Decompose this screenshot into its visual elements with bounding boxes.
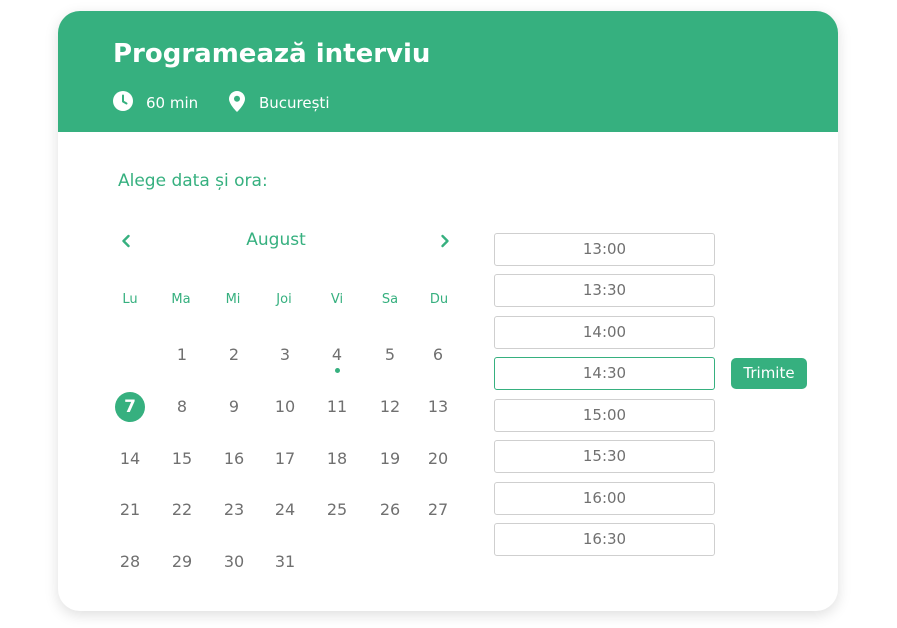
event-dot-indicator (334, 368, 340, 373)
calendar-day[interactable]: 27 (421, 493, 455, 527)
weekday-label: Du (429, 292, 449, 307)
calendar-day[interactable]: 30 (217, 545, 251, 579)
calendar-day[interactable]: 16 (217, 442, 251, 476)
time-slot[interactable]: 14:00 (494, 316, 715, 349)
calendar-day[interactable]: 28 (113, 545, 147, 579)
calendar-day[interactable]: 2 (217, 338, 251, 372)
calendar-day[interactable]: 29 (165, 545, 199, 579)
time-slot[interactable]: 15:30 (494, 440, 715, 473)
time-slot[interactable]: 16:30 (494, 523, 715, 556)
submit-button[interactable]: Trimite (731, 358, 807, 389)
calendar-day[interactable]: 10 (268, 390, 302, 424)
calendar-day[interactable]: 5 (373, 338, 407, 372)
weekday-label: Vi (330, 292, 344, 307)
calendar-day[interactable]: 11 (320, 390, 354, 424)
calendar-day[interactable]: 22 (165, 493, 199, 527)
time-slot[interactable]: 13:30 (494, 274, 715, 307)
weekday-label: Joi (276, 292, 292, 307)
calendar-day[interactable]: 21 (113, 493, 147, 527)
calendar-day[interactable]: 23 (217, 493, 251, 527)
duration-label: 60 min (146, 94, 199, 112)
calendar-day[interactable]: 9 (217, 390, 251, 424)
chevron-left-icon[interactable] (116, 231, 136, 251)
time-slot[interactable]: 16:00 (494, 482, 715, 515)
calendar-day[interactable]: 14 (113, 442, 147, 476)
booking-card: Programează interviu 60 min București Al… (58, 11, 838, 611)
calendar-day[interactable]: 4 (320, 338, 354, 372)
calendar-day[interactable]: 6 (421, 338, 455, 372)
calendar-month: August (246, 230, 306, 250)
calendar-day[interactable]: 17 (268, 442, 302, 476)
calendar-day[interactable]: 12 (373, 390, 407, 424)
calendar-day[interactable]: 24 (268, 493, 302, 527)
time-slot[interactable]: 13:00 (494, 233, 715, 266)
calendar-day-selected[interactable]: 7 (115, 392, 145, 422)
calendar-day[interactable]: 15 (165, 442, 199, 476)
calendar-day[interactable]: 26 (373, 493, 407, 527)
date-time-prompt: Alege data și ora: (118, 171, 268, 191)
time-slot-selected[interactable]: 14:30 (494, 357, 715, 390)
time-slot[interactable]: 15:00 (494, 399, 715, 432)
card-header: Programează interviu 60 min București (58, 11, 838, 132)
calendar-day[interactable]: 13 (421, 390, 455, 424)
calendar-day[interactable]: 19 (373, 442, 407, 476)
weekday-label: Ma (171, 292, 191, 307)
calendar-day[interactable]: 31 (268, 545, 302, 579)
calendar-day[interactable]: 3 (268, 338, 302, 372)
page-title: Programează interviu (113, 39, 431, 69)
weekday-label: Sa (381, 292, 399, 307)
location-label: București (259, 94, 330, 112)
calendar-day[interactable]: 25 (320, 493, 354, 527)
map-pin-icon (229, 91, 245, 112)
clock-icon (113, 91, 133, 111)
weekday-label: Mi (225, 292, 241, 307)
weekday-label: Lu (122, 292, 138, 307)
calendar-day[interactable]: 1 (165, 338, 199, 372)
calendar-day[interactable]: 20 (421, 442, 455, 476)
calendar-day[interactable]: 18 (320, 442, 354, 476)
chevron-right-icon[interactable] (435, 231, 455, 251)
calendar-day[interactable]: 8 (165, 390, 199, 424)
